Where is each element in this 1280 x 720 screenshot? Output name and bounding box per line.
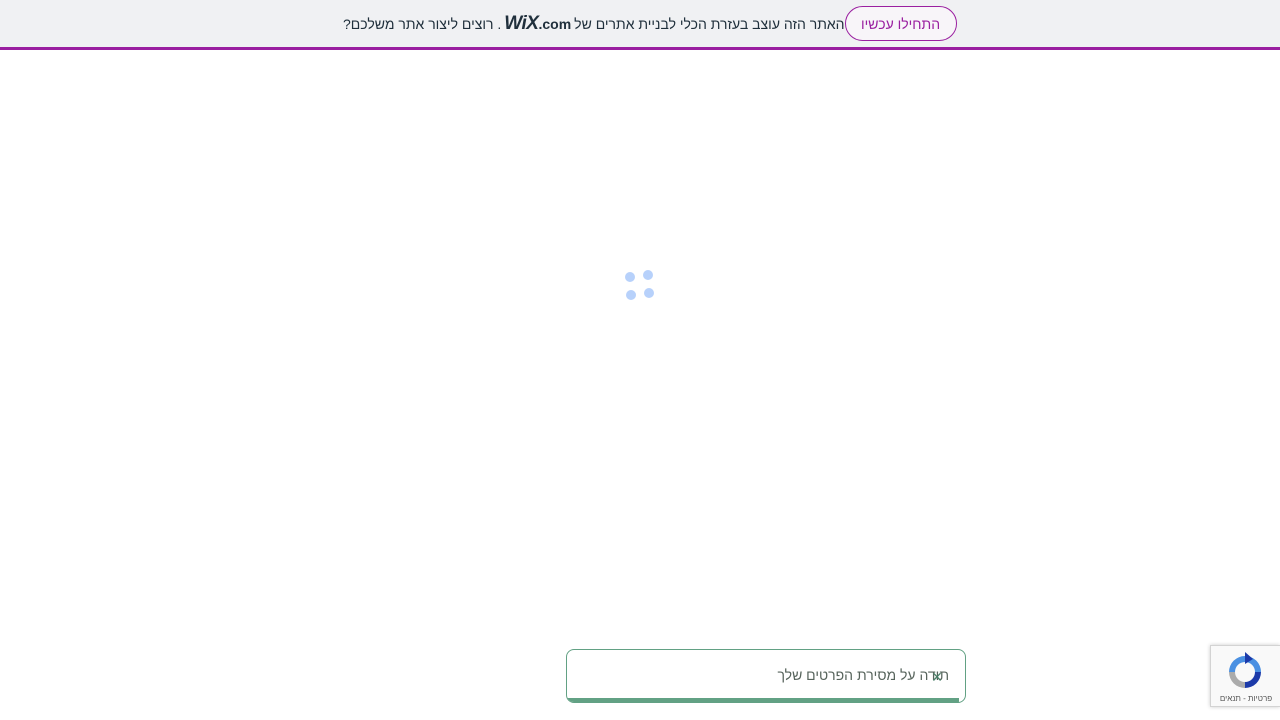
recaptcha-links: פרטיות - תנאים bbox=[1213, 694, 1279, 703]
loading-spinner-icon bbox=[622, 268, 658, 302]
recaptcha-terms-link[interactable]: תנאים bbox=[1220, 694, 1241, 703]
promo-banner-content: התחילו עכשיו האתר הזה עוצב בעזרת הכלי לב… bbox=[343, 5, 957, 42]
toast-progress-bar bbox=[567, 698, 960, 702]
recaptcha-separator: - bbox=[1240, 694, 1249, 703]
close-icon[interactable]: × bbox=[927, 667, 947, 687]
wix-logo-domain: .com bbox=[538, 15, 572, 32]
spinner-dot bbox=[625, 272, 635, 282]
wix-logo: WiX .com bbox=[504, 13, 571, 35]
wix-promo-banner: התחילו עכשיו האתר הזה עוצב בעזרת הכלי לב… bbox=[0, 0, 1280, 50]
recaptcha-badge[interactable]: פרטיות - תנאים bbox=[1210, 645, 1280, 707]
start-now-button[interactable]: התחילו עכשיו bbox=[844, 6, 957, 41]
spinner-dot bbox=[626, 290, 636, 300]
success-toast: תודה על מסירת הפרטים שלך × bbox=[566, 649, 966, 703]
promo-text-part2: . רוצים ליצור אתר משלכם? bbox=[343, 15, 502, 32]
spinner-dot bbox=[643, 270, 653, 280]
wix-logo-mark: WiX bbox=[504, 12, 539, 34]
recaptcha-privacy-link[interactable]: פרטיות bbox=[1248, 694, 1272, 703]
recaptcha-icon bbox=[1229, 652, 1261, 688]
toast-message: תודה על מסירת הפרטים שלך bbox=[777, 667, 949, 683]
promo-text: האתר הזה עוצב בעזרת הכלי לבניית אתרים של… bbox=[343, 13, 845, 35]
spinner-dot bbox=[644, 288, 654, 298]
promo-text-part1: האתר הזה עוצב בעזרת הכלי לבניית אתרים של bbox=[574, 15, 845, 32]
